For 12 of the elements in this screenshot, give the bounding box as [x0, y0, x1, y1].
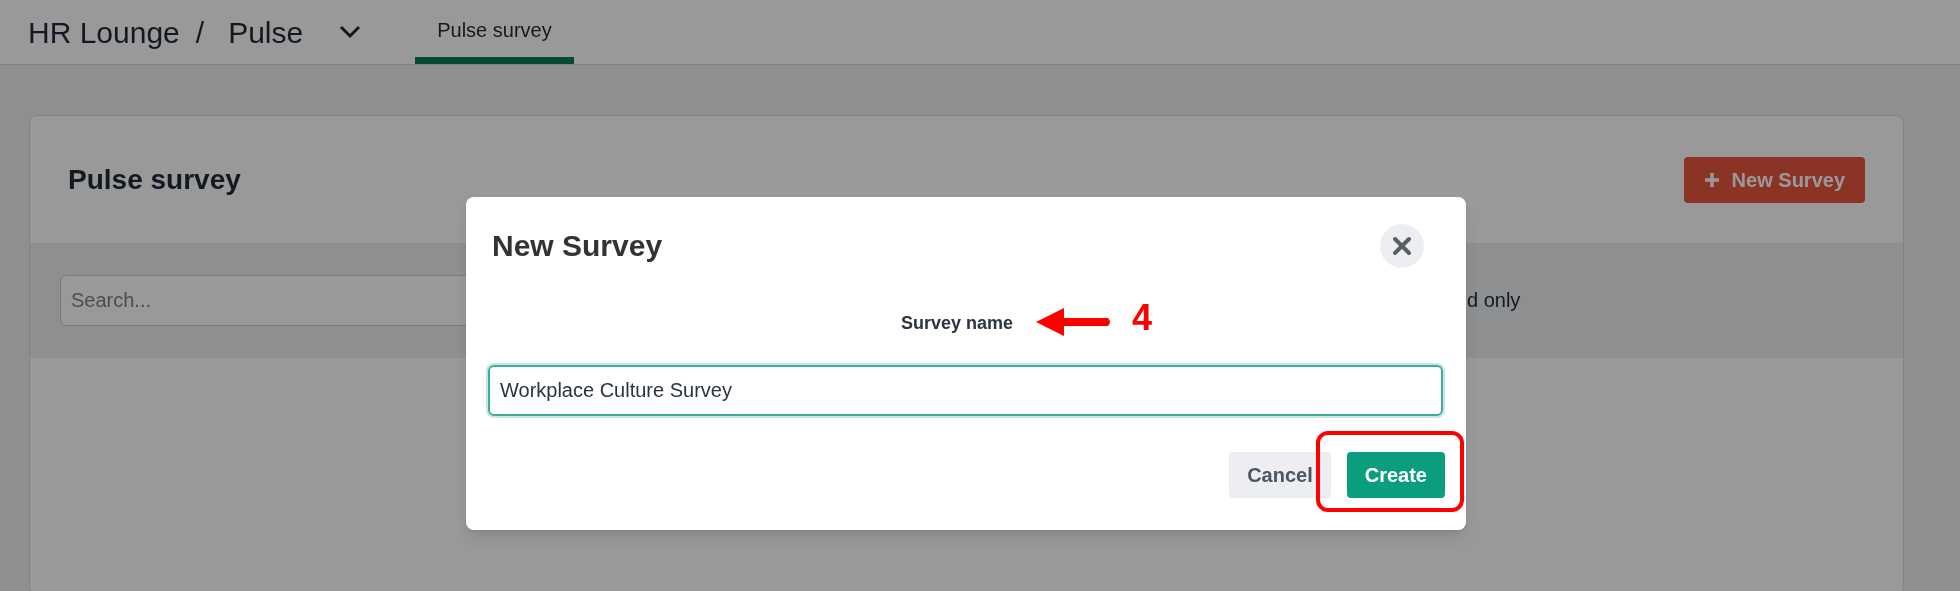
step-number: 4 [1132, 300, 1153, 336]
tab[interactable]: Pulse survey [415, 0, 574, 64]
field-label: Survey name [901, 312, 1014, 335]
workspace-title: HR Lounge [28, 14, 180, 51]
survey-name-field[interactable]: Workplace Culture Survey [488, 365, 1443, 416]
create-button[interactable]: Create [1346, 452, 1445, 498]
card-title: Pulse survey [68, 162, 241, 197]
breadcrumb-separator: / [195, 14, 205, 51]
dialog-title: New Survey [492, 228, 663, 264]
module-title: Pulse [228, 14, 304, 51]
filter-option-text: d only [1467, 288, 1521, 313]
cancel-button[interactable]: Cancel [1229, 452, 1331, 498]
